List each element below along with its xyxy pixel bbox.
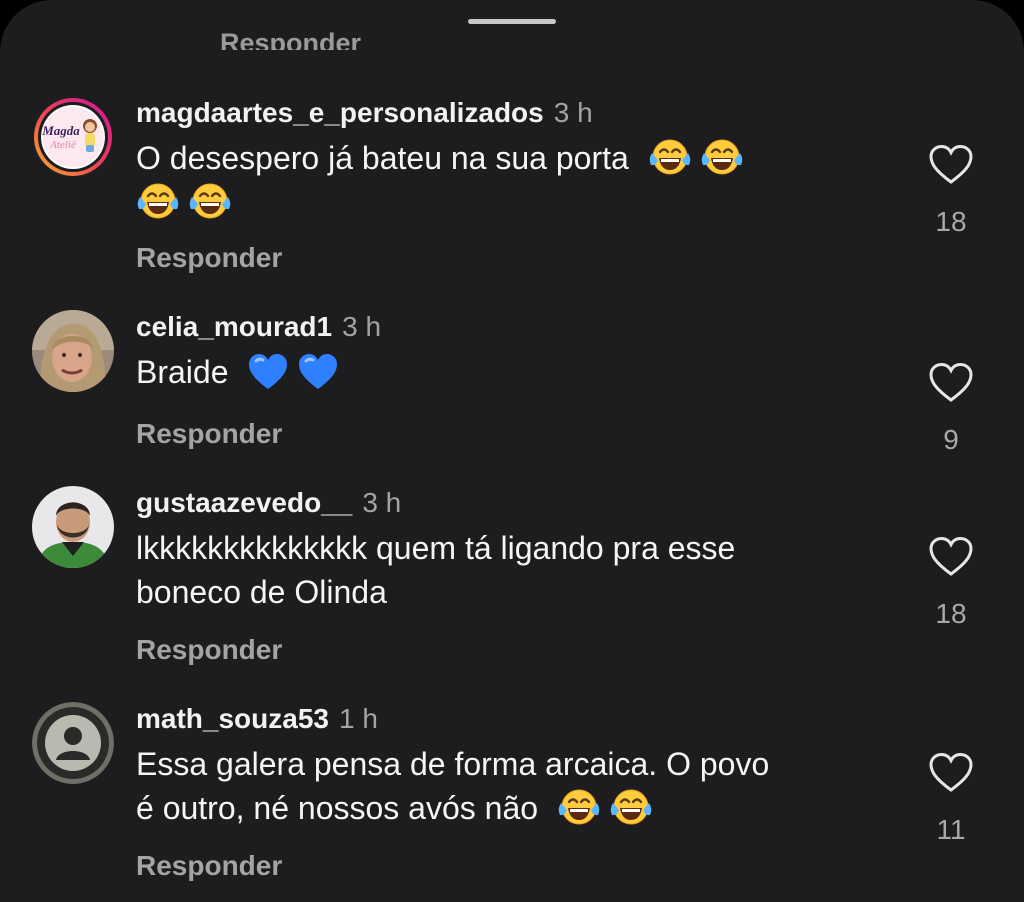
like-heart-icon[interactable] <box>928 536 974 578</box>
avatar[interactable] <box>32 702 114 784</box>
reply-button[interactable]: Responder <box>136 418 282 450</box>
face-with-tears-of-joy-icon <box>136 181 180 221</box>
comment-username[interactable]: gustaazevedo__ <box>136 487 352 518</box>
reply-button[interactable]: Responder <box>136 242 282 274</box>
comment-header: math_souza53 1 h <box>136 702 378 736</box>
profile-photo-icon <box>32 310 114 392</box>
comment-time: 3 h <box>553 97 593 128</box>
sheet-grabber-handle[interactable] <box>468 19 556 24</box>
comment-text-line: boneco de Olinda <box>136 574 387 610</box>
avatar[interactable] <box>32 310 114 392</box>
comment-header: magdaartes_e_personalizados 3 h <box>136 96 593 130</box>
comments-sheet: Responder Magda Ateliê magdaartes_e_pers… <box>0 0 1024 902</box>
face-with-tears-of-joy-icon <box>648 137 692 177</box>
face-with-tears-of-joy-icon <box>557 787 601 827</box>
previous-reply-button[interactable]: Responder <box>220 28 361 50</box>
comment-username[interactable]: math_souza53 <box>136 703 329 734</box>
comment-username[interactable]: celia_mourad1 <box>136 311 332 342</box>
comment-time: 1 h <box>338 703 378 734</box>
comment-time: 3 h <box>342 311 382 342</box>
blue-heart-icon <box>247 352 289 392</box>
like-count: 18 <box>935 206 967 237</box>
avatar[interactable] <box>32 486 114 568</box>
comment-username[interactable]: magdaartes_e_personalizados <box>136 97 544 128</box>
comment-header: celia_mourad1 3 h <box>136 310 381 344</box>
comment-text: O desespero já bateu na sua porta <box>136 136 896 224</box>
comment-text-body: O desespero já bateu na sua porta <box>136 140 629 176</box>
blue-heart-icon <box>297 352 339 392</box>
like-heart-icon[interactable] <box>928 362 974 404</box>
like-count: 9 <box>943 424 959 455</box>
reply-button[interactable]: Responder <box>136 634 282 666</box>
reply-button[interactable]: Responder <box>136 850 282 882</box>
comment-header: gustaazevedo__ 3 h <box>136 486 401 520</box>
comment-text-line: é outro, né nossos avós não <box>136 790 539 826</box>
comment-text: Essa galera pensa de forma arcaica. O po… <box>136 742 896 830</box>
face-with-tears-of-joy-icon <box>700 137 744 177</box>
avatar-logo-text: Magda <box>41 123 80 138</box>
story-ring-avatar-icon: Magda Ateliê <box>34 98 112 176</box>
avatar-logo-text2: Ateliê <box>49 139 76 151</box>
comment-text: Braide <box>136 350 896 394</box>
like-heart-icon[interactable] <box>928 752 974 794</box>
comment-text: lkkkkkkkkkkkkkk quem tá ligando pra esse… <box>136 526 896 614</box>
comment-text-body: Braide <box>136 354 229 390</box>
comment-text-line: Essa galera pensa de forma arcaica. O po… <box>136 746 770 782</box>
like-heart-icon[interactable] <box>928 144 974 186</box>
face-with-tears-of-joy-icon <box>609 787 653 827</box>
face-with-tears-of-joy-icon <box>188 181 232 221</box>
default-profile-icon <box>32 702 114 784</box>
comment-time: 3 h <box>362 487 402 518</box>
avatar[interactable]: Magda Ateliê <box>32 96 114 178</box>
profile-photo-icon <box>32 486 114 568</box>
like-count: 11 <box>936 814 966 845</box>
like-count: 18 <box>935 598 967 629</box>
comment-text-line: lkkkkkkkkkkkkkk quem tá ligando pra esse <box>136 530 736 566</box>
